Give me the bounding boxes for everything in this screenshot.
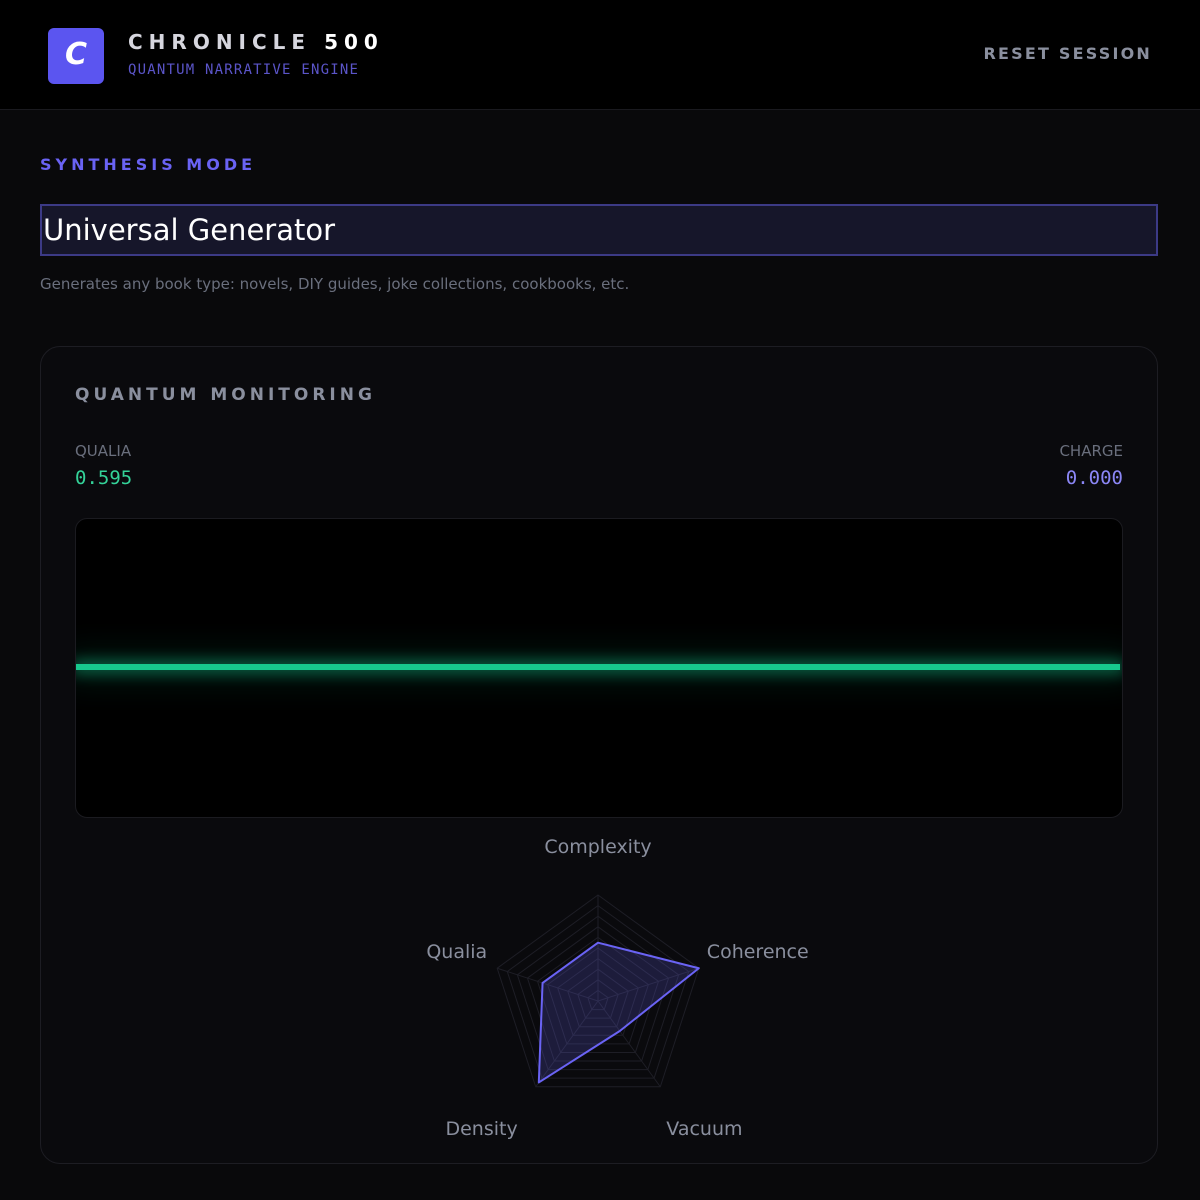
app-header: C CHRONICLE 500 QUANTUM NARRATIVE ENGINE… — [0, 0, 1200, 110]
synthesis-mode-description: Generates any book type: novels, DIY gui… — [40, 275, 630, 293]
quantum-monitoring-panel: QUANTUM MONITORING QUALIA 0.595 CHARGE 0… — [40, 346, 1158, 1164]
logo-letter: C — [64, 37, 88, 72]
radar-axis-label-qualia: Qualia — [426, 941, 487, 963]
radar-axis-label-vacuum: Vacuum — [666, 1118, 742, 1140]
synthesis-mode-value: Universal Generator — [43, 213, 336, 247]
app-title: CHRONICLE 500 — [128, 30, 384, 54]
app-subtitle: QUANTUM NARRATIVE ENGINE — [128, 62, 360, 78]
app-logo: C — [48, 28, 104, 84]
synthesis-mode-select[interactable]: Universal Generator — [40, 204, 1158, 256]
radar-axis-label-density: Density — [445, 1118, 517, 1140]
reset-session-button[interactable]: RESET SESSION — [983, 44, 1152, 63]
radar-axis-label-coherence: Coherence — [707, 941, 809, 963]
app-title-word: CHRONICLE — [128, 30, 312, 54]
radar-chart: Complexity Coherence Vacuum Density Qualia — [426, 836, 809, 1140]
app-title-number: 500 — [324, 30, 384, 54]
synthesis-mode-label: SYNTHESIS MODE — [40, 155, 257, 174]
radar-axis-label-complexity: Complexity — [544, 836, 651, 858]
